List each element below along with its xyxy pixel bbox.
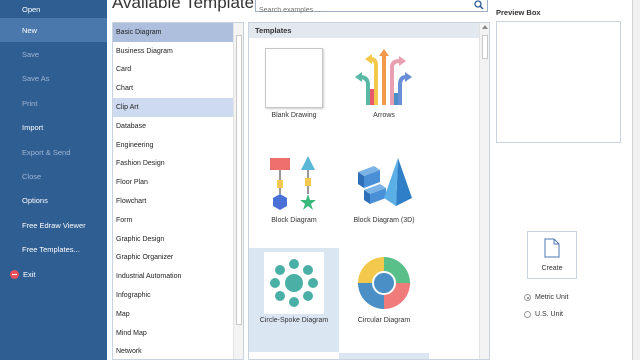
new-document-icon <box>544 238 560 258</box>
sidebar-item-label: Export & Send <box>22 147 71 157</box>
template-label: Block Diagram (3D) <box>353 217 415 224</box>
category-item[interactable]: Fashion Design <box>113 155 243 174</box>
sidebar-item-save[interactable]: Save <box>0 42 107 66</box>
template-circular-diagram[interactable]: Circular Diagram <box>339 248 429 352</box>
sidebar-item-label: Print <box>22 98 38 108</box>
template-partial-item[interactable] <box>339 353 429 359</box>
category-item[interactable]: Card <box>113 61 243 80</box>
search-icon[interactable] <box>474 0 484 10</box>
preview-title: Preview Box <box>496 8 541 17</box>
template-thumbnail <box>354 152 414 214</box>
template-block-diagram-3d[interactable]: Block Diagram (3D) <box>339 148 429 252</box>
radio-label: U.S. Unit <box>535 311 564 318</box>
template-thumbnail <box>264 47 324 109</box>
sidebar-item-free-edraw-viewer[interactable]: Free Edraw Viewer <box>0 213 107 237</box>
sidebar-item-save-as[interactable]: Save As <box>0 67 107 91</box>
exit-icon <box>10 269 19 279</box>
template-thumbnail <box>354 252 414 314</box>
preview-box <box>496 21 621 143</box>
category-item[interactable]: Map <box>113 305 243 324</box>
category-item[interactable]: Network <box>113 343 243 359</box>
search-box <box>255 0 488 17</box>
radio-button[interactable] <box>524 294 531 301</box>
category-item[interactable]: Graphic Organizer <box>113 249 243 268</box>
arrows-icon <box>355 49 412 105</box>
app-window: Open New Save Save As Print Import Expor… <box>0 0 640 360</box>
category-item[interactable]: Graphic Design <box>113 230 243 249</box>
sidebar-item-label: Save <box>22 50 40 60</box>
sidebar-item-label: Save As <box>22 74 50 84</box>
page-title: Available Templates <box>112 0 263 12</box>
templates-header: Templates <box>249 23 480 38</box>
circle-spoke-icon <box>270 259 318 307</box>
sidebar-item-label: Import <box>22 123 44 133</box>
template-label: Blank Drawing <box>271 112 317 119</box>
block-diagram-3d-icon <box>358 158 412 206</box>
radio-label: Metric Unit <box>535 294 569 301</box>
sidebar-item-free-templates[interactable]: Free Templates... <box>0 238 107 262</box>
category-item[interactable]: Business Diagram <box>113 42 243 61</box>
metric-unit-radio[interactable]: Metric Unit <box>524 294 568 301</box>
category-item[interactable]: Infographic <box>113 286 243 305</box>
search-input[interactable] <box>256 4 466 17</box>
template-block-diagram[interactable]: Block Diagram <box>249 148 339 252</box>
template-thumbnail <box>354 47 414 109</box>
sidebar-item-new[interactable]: New <box>0 18 107 43</box>
file-menu-sidebar: Open New Save Save As Print Import Expor… <box>0 0 107 360</box>
template-label: Circular Diagram <box>357 317 411 324</box>
scrollbar-thumb[interactable] <box>236 35 242 325</box>
sidebar-item-label: Options <box>22 196 48 206</box>
circular-diagram-icon <box>358 257 410 309</box>
category-item[interactable]: Form <box>113 211 243 230</box>
scroll-up-arrow[interactable] <box>482 25 488 29</box>
category-item[interactable]: Engineering <box>113 136 243 155</box>
blank-page-icon <box>265 48 323 108</box>
category-item[interactable]: Mind Map <box>113 324 243 343</box>
category-item[interactable]: Floor Plan <box>113 173 243 192</box>
category-item[interactable]: Flowchart <box>113 192 243 211</box>
radio-button[interactable] <box>524 311 531 318</box>
window-right-border <box>632 0 640 360</box>
template-label: Block Diagram <box>271 217 317 224</box>
template-label: Circle-Spoke Diagram <box>259 317 329 324</box>
category-item[interactable]: Industrial Automation <box>113 267 243 286</box>
template-thumbnail <box>264 152 324 214</box>
category-item[interactable]: Basic Diagram <box>113 23 243 42</box>
sidebar-item-label: Free Edraw Viewer <box>22 220 86 230</box>
category-item[interactable]: Chart <box>113 79 243 98</box>
create-label: Create <box>541 265 563 272</box>
block-diagram-icon <box>270 156 316 210</box>
sidebar-item-import[interactable]: Import <box>0 116 107 140</box>
sidebar-item-label: Free Templates... <box>22 245 80 255</box>
category-list: Basic Diagram Business Diagram Card Char… <box>112 22 244 360</box>
sidebar-item-export-send[interactable]: Export & Send <box>0 140 107 164</box>
category-item[interactable]: Database <box>113 117 243 136</box>
sidebar-item-label: New <box>22 25 38 35</box>
sidebar-item-label: Close <box>22 172 42 182</box>
sidebar-item-label: Open <box>22 4 41 14</box>
sidebar-item-print[interactable]: Print <box>0 91 107 115</box>
template-thumbnail <box>264 252 324 314</box>
template-blank-drawing[interactable]: Blank Drawing <box>249 43 339 147</box>
template-circle-spoke-diagram[interactable]: Circle-Spoke Diagram <box>249 248 339 352</box>
create-button[interactable]: Create <box>527 231 577 279</box>
sidebar-item-label: Exit <box>23 269 36 279</box>
template-arrows[interactable]: Arrows <box>339 43 429 147</box>
category-scrollbar[interactable] <box>233 23 243 359</box>
sidebar-item-close[interactable]: Close <box>0 164 107 188</box>
templates-panel: Templates Blank Drawing Arrows Block Dia… <box>248 22 490 360</box>
scrollbar-thumb[interactable] <box>482 35 488 59</box>
sidebar-item-open[interactable]: Open <box>0 0 107 18</box>
sidebar-item-exit[interactable]: Exit <box>0 262 107 286</box>
category-item[interactable]: Clip Art <box>113 98 243 117</box>
template-label: Arrows <box>373 112 395 119</box>
us-unit-radio[interactable]: U.S. Unit <box>524 311 563 318</box>
sidebar-item-options[interactable]: Options <box>0 189 107 213</box>
templates-scrollbar[interactable] <box>479 23 489 359</box>
